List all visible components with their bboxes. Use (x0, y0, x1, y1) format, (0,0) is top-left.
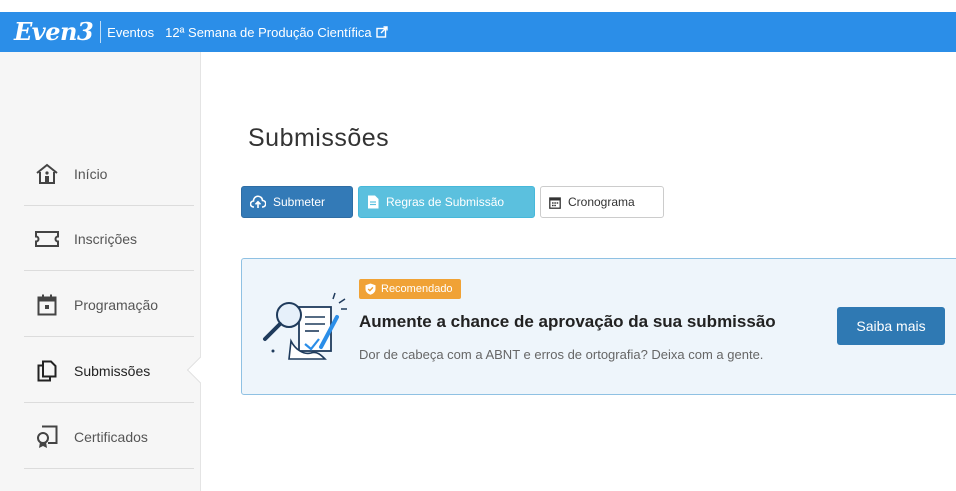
sidebar-item-inscricoes[interactable]: Inscrições (24, 207, 194, 271)
schedule-button-label: Cronograma (568, 195, 635, 209)
submit-button-label: Submeter (273, 195, 326, 209)
sidebar-item-inicio[interactable]: Início (24, 142, 194, 206)
sidebar-item-label: Inscrições (74, 230, 138, 247)
recommendation-banner: Recomendado Aumente a chance de aprovaçã… (241, 258, 956, 395)
header-divider (100, 21, 102, 43)
top-navbar: Even3 Eventos 12ª Semana de Produção Cie… (0, 12, 956, 52)
badge-label: Recomendado (381, 283, 453, 295)
page-title: Submissões (248, 124, 390, 152)
sidebar-item-submissoes[interactable]: Submissões (24, 339, 194, 403)
learn-more-button[interactable]: Saiba mais (837, 307, 945, 345)
file-icon (367, 195, 379, 209)
documents-icon (34, 358, 60, 384)
recommended-badge: Recomendado (359, 279, 461, 299)
submission-rules-button[interactable]: Regras de Submissão (358, 186, 535, 218)
events-link[interactable]: Eventos (107, 25, 154, 40)
event-name-label: 12ª Semana de Produção Científica (165, 24, 372, 40)
event-name-link[interactable]: 12ª Semana de Produção Científica (165, 24, 388, 40)
sidebar-item-certificados[interactable]: Certificados (24, 405, 194, 469)
calendar-icon (549, 196, 561, 209)
external-link-icon (375, 26, 388, 38)
certificate-icon (34, 424, 60, 450)
shield-check-icon (365, 283, 376, 295)
sidebar: Início Inscrições Programação Submissões… (0, 52, 201, 491)
sidebar-item-label: Programação (74, 296, 159, 313)
document-review-illustration (263, 292, 347, 360)
rules-button-label: Regras de Submissão (386, 195, 505, 209)
home-icon (34, 161, 60, 187)
cloud-upload-icon (250, 195, 266, 209)
sidebar-item-label: Início (74, 165, 108, 182)
promo-title: Aumente a chance de aprovação da sua sub… (359, 312, 776, 331)
schedule-button[interactable]: Cronograma (540, 186, 664, 218)
sidebar-item-label: Certificados (74, 428, 148, 445)
calendar-icon (34, 292, 60, 318)
main-content: Submissões Submeter Regras de Submissão … (201, 52, 956, 491)
sidebar-item-label: Submissões (74, 362, 151, 379)
ticket-icon (34, 226, 60, 252)
promo-subtitle: Dor de cabeça com a ABNT e erros de orto… (359, 347, 764, 362)
even3-logo[interactable]: Even3 (14, 20, 94, 44)
sidebar-item-programacao[interactable]: Programação (24, 273, 194, 337)
submit-button[interactable]: Submeter (241, 186, 353, 218)
